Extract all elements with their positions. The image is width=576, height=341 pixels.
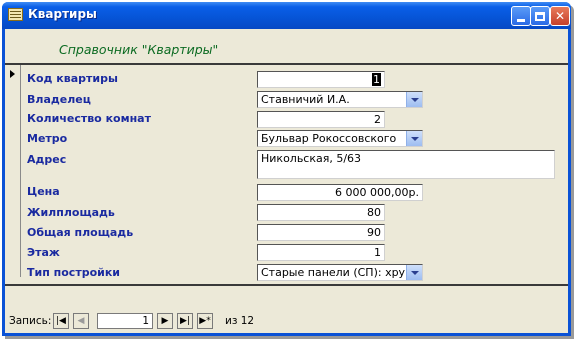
- price-field[interactable]: 6 000 000,00р.: [257, 184, 423, 201]
- building-type-label: Тип постройки: [27, 266, 121, 279]
- minimize-icon: [517, 18, 525, 22]
- address-label: Адрес: [27, 153, 67, 166]
- building-type-value: Старые панели (СП): хрущевк: [261, 266, 423, 279]
- current-record-input[interactable]: 1: [97, 313, 153, 329]
- chevron-down-icon: [410, 136, 419, 141]
- form-window: Квартиры ✕ Справочник "Квартиры" Код ква…: [2, 2, 571, 336]
- living-area-field[interactable]: 80: [257, 204, 385, 221]
- header-divider: [5, 63, 568, 65]
- minimize-button[interactable]: [511, 6, 531, 26]
- apartment-id-value: 1: [372, 73, 381, 86]
- rooms-label: Количество комнат: [27, 112, 151, 125]
- first-record-button[interactable]: |◀: [53, 313, 69, 329]
- chevron-down-icon: [410, 97, 419, 102]
- first-record-icon: |◀: [56, 316, 66, 326]
- record-navigation-bar: Запись: |◀ ◀ 1 ▶ ▶| ▶* из 12: [5, 312, 568, 332]
- window-title: Квартиры: [28, 7, 97, 21]
- owner-value: Ставничий И.А.: [261, 93, 350, 106]
- prev-record-icon: ◀: [77, 316, 85, 326]
- floor-label: Этаж: [27, 246, 60, 259]
- close-icon: ✕: [554, 9, 566, 23]
- rooms-field[interactable]: 2: [257, 111, 385, 128]
- current-record-icon: [10, 70, 15, 78]
- next-record-icon: ▶: [161, 316, 169, 326]
- record-label: Запись:: [9, 315, 52, 327]
- total-area-field[interactable]: 90: [257, 224, 385, 241]
- last-record-icon: ▶|: [180, 316, 190, 326]
- price-label: Цена: [27, 185, 60, 198]
- owner-label: Владелец: [27, 93, 91, 106]
- title-bar[interactable]: Квартиры ✕: [2, 2, 571, 29]
- next-record-button[interactable]: ▶: [157, 313, 173, 329]
- address-field[interactable]: Никольская, 5/63: [257, 150, 555, 179]
- floor-field[interactable]: 1: [257, 244, 385, 261]
- detail-divider: [5, 284, 568, 286]
- maximize-icon: [535, 11, 545, 21]
- last-record-button[interactable]: ▶|: [177, 313, 193, 329]
- owner-combo[interactable]: Ставничий И.А.: [257, 91, 423, 108]
- metro-label: Метро: [27, 132, 68, 145]
- form-icon: [8, 8, 23, 21]
- chevron-down-icon: [410, 270, 419, 275]
- form-body: Справочник "Квартиры" Код квартиры 1 Вла…: [5, 29, 568, 309]
- apartment-id-field[interactable]: 1: [257, 71, 385, 88]
- metro-value: Бульвар Рокоссовского: [261, 132, 397, 145]
- prev-record-button[interactable]: ◀: [73, 313, 89, 329]
- building-type-dropdown-button[interactable]: [406, 265, 422, 280]
- owner-dropdown-button[interactable]: [406, 92, 422, 107]
- total-area-label: Общая площадь: [27, 226, 134, 239]
- new-record-button[interactable]: ▶*: [197, 313, 213, 329]
- metro-combo[interactable]: Бульвар Рокоссовского: [257, 130, 423, 147]
- new-record-icon: ▶*: [199, 316, 211, 326]
- form-header-title: Справочник "Квартиры": [59, 42, 219, 57]
- metro-dropdown-button[interactable]: [406, 131, 422, 146]
- record-selector[interactable]: [5, 65, 21, 277]
- living-area-label: Жилплощадь: [27, 206, 115, 219]
- close-button[interactable]: ✕: [550, 6, 570, 26]
- apartment-id-label: Код квартиры: [27, 72, 118, 85]
- maximize-button[interactable]: [530, 6, 550, 26]
- building-type-combo[interactable]: Старые панели (СП): хрущевк: [257, 264, 423, 281]
- record-count: из 12: [225, 315, 255, 327]
